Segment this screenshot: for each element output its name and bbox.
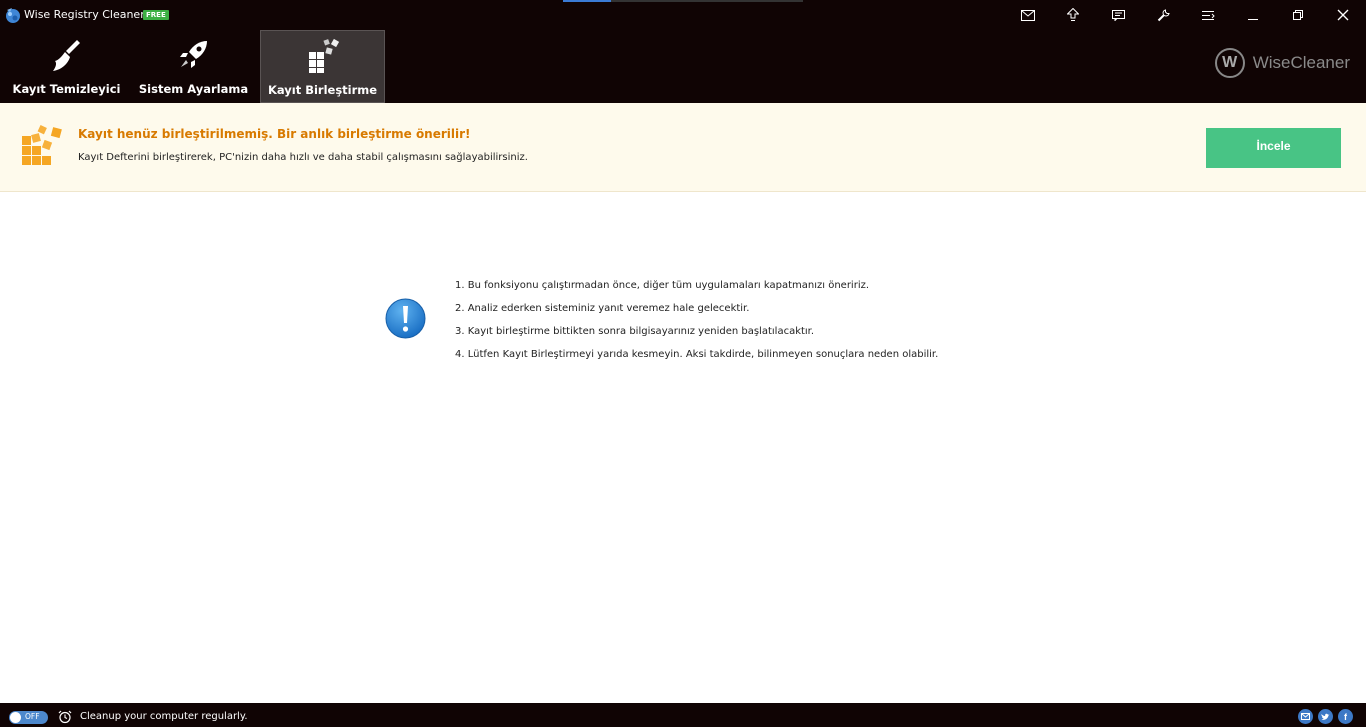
alarm-clock-icon[interactable] (58, 710, 72, 724)
defrag-blocks-icon (308, 38, 339, 73)
close-icon[interactable] (1334, 6, 1352, 24)
mail-icon[interactable] (1019, 6, 1037, 24)
feedback-icon[interactable] (1109, 6, 1127, 24)
status-bar: OFF Cleanup your computer regularly. f (0, 703, 1366, 727)
tab-registry-cleaner[interactable]: Kayıt Temizleyici (4, 30, 129, 103)
restore-icon[interactable] (1289, 6, 1307, 24)
twitter-icon[interactable] (1318, 709, 1333, 724)
instruction-item: 3. Kayıt birleştirme bittikten sonra bil… (455, 326, 815, 337)
facebook-letter: f (1344, 711, 1347, 722)
menu-icon[interactable] (1199, 6, 1217, 24)
review-button[interactable]: İncele (1206, 128, 1341, 168)
toggle-state-label: OFF (25, 712, 40, 721)
wisecleaner-brand[interactable]: W WiseCleaner (1214, 48, 1350, 78)
tab-registry-defrag[interactable]: Kayıt Birleştirme (260, 30, 385, 103)
tab-system-tuneup[interactable]: Sistem Ayarlama (131, 30, 256, 103)
tab-label: Kayıt Temizleyici (12, 82, 121, 96)
tab-label: Sistem Ayarlama (138, 82, 249, 96)
email-icon[interactable] (1298, 709, 1313, 724)
toggle-knob (10, 712, 21, 723)
app-window: Wise Registry Cleaner X FREE Kayıt Temiz… (0, 0, 1366, 727)
banner-description: Kayıt Defterini birleştirerek, PC'nizin … (78, 152, 528, 163)
top-progress-bar (563, 0, 803, 2)
instruction-list: 1. Bu fonksiyonu çalıştırmadan önce, diğ… (455, 279, 938, 371)
minimize-icon[interactable] (1244, 6, 1262, 24)
defrag-notice-banner: Kayıt henüz birleştirilmemiş. Bir anlık … (0, 103, 1366, 192)
main-toolbar: Kayıt Temizleyici Sistem Ayarlama Kayıt … (0, 30, 1366, 103)
upgrade-arrow-icon[interactable] (1064, 6, 1082, 24)
instruction-item: 1. Bu fonksiyonu çalıştırmadan önce, diğ… (455, 280, 870, 291)
rocket-icon (179, 41, 207, 68)
defrag-blocks-icon (22, 125, 62, 165)
instruction-item: 4. Lütfen Kayıt Birleştirmeyi yarıda kes… (455, 349, 939, 360)
free-badge: FREE (143, 10, 169, 20)
status-message: Cleanup your computer regularly. (80, 711, 248, 722)
app-title: Wise Registry Cleaner X (24, 8, 156, 21)
facebook-icon[interactable]: f (1338, 709, 1353, 724)
wrench-icon[interactable] (1154, 6, 1172, 24)
instruction-item: 2. Analiz ederken sisteminiz yanıt verem… (455, 303, 750, 314)
banner-title: Kayıt henüz birleştirilmemiş. Bir anlık … (78, 127, 471, 141)
info-exclamation-icon (385, 298, 426, 339)
broom-icon (52, 40, 80, 71)
app-logo-icon (6, 8, 20, 23)
brand-logo: W (1214, 48, 1245, 78)
title-bar: Wise Registry Cleaner X FREE (0, 0, 1366, 30)
top-progress-fill (563, 0, 611, 2)
tab-label: Kayıt Birleştirme (267, 83, 378, 97)
schedule-toggle[interactable]: OFF (9, 711, 48, 724)
brand-name: WiseCleaner (1252, 53, 1350, 72)
